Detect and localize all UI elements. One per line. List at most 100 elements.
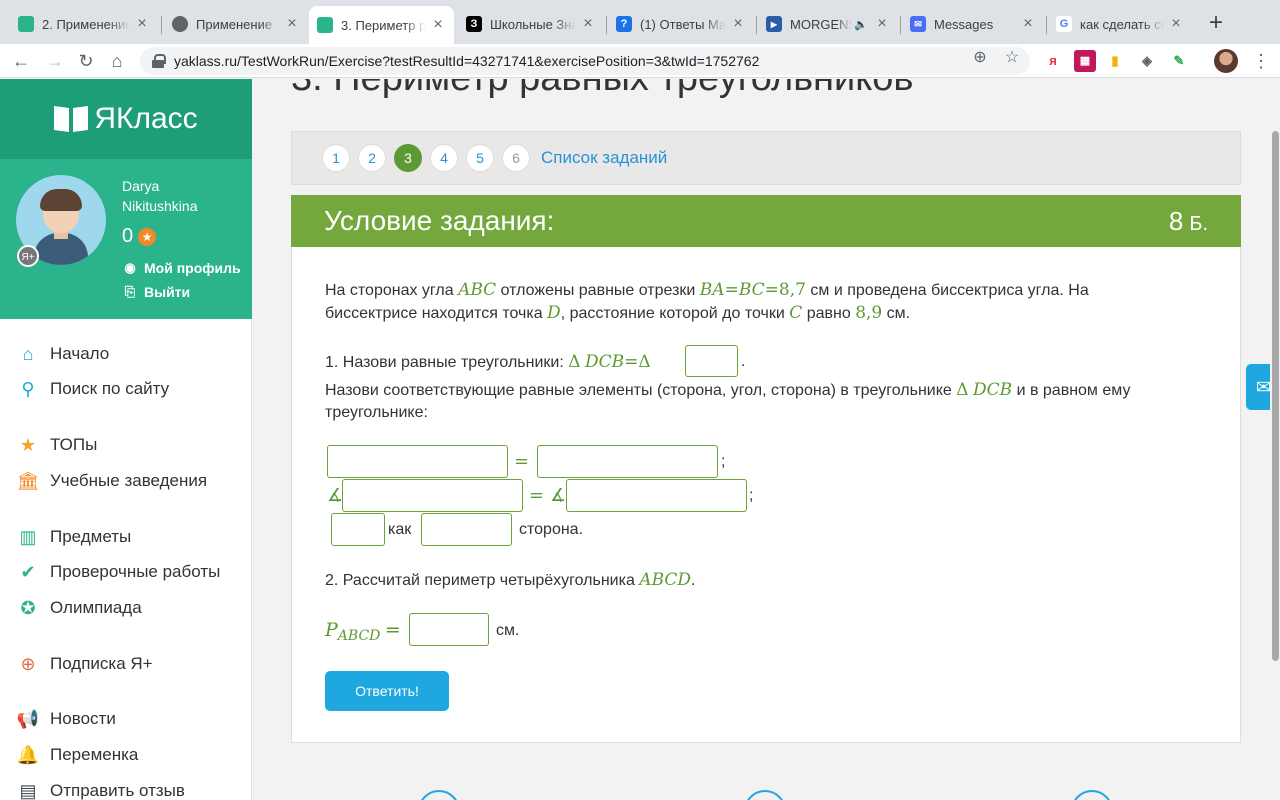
pager-item-1[interactable]: 1 xyxy=(322,144,350,172)
video-icon: ▶ xyxy=(766,16,782,32)
url-text: yaklass.ru/TestWorkRun/Exercise?testResu… xyxy=(174,53,760,69)
nav-circle-icon[interactable] xyxy=(418,790,460,800)
side-1-input[interactable] xyxy=(327,445,508,478)
sidebar-item-tops[interactable]: ★ ТОПы xyxy=(16,433,97,457)
globe-icon xyxy=(172,16,188,32)
perimeter-formula: PABCD = xyxy=(325,619,401,645)
sidebar-item-subscription[interactable]: ⊕ Подписка Я+ xyxy=(16,652,152,676)
home-icon[interactable]: ⌂ xyxy=(104,48,130,74)
address-bar[interactable]: yaklass.ru/TestWorkRun/Exercise?testResu… xyxy=(140,47,1030,75)
sidebar-item-feedback[interactable]: ▤ Отправить отзыв xyxy=(16,779,184,800)
sidebar-item-break[interactable]: 🔔 Переменка xyxy=(16,743,139,767)
sidebar-item-search[interactable]: ⚲ Поиск по сайту xyxy=(16,377,169,401)
browser-tab-strip: 2. Применение × Применение × 3. Периметр… xyxy=(0,0,1280,44)
yaklass-icon xyxy=(18,16,34,32)
question-2: 2. Рассчитай периметр четырёхугольника A… xyxy=(325,570,696,590)
task-statement: На сторонах угла ABC отложены равные отр… xyxy=(325,280,1089,323)
question-1: 1. Назови равные треугольники: Δ DCB=Δ xyxy=(325,352,651,372)
check-circle-icon: ✔ xyxy=(20,561,36,582)
bookmark-star-icon[interactable]: ☆ xyxy=(1000,46,1024,70)
school-icon: 🏛 xyxy=(16,470,40,491)
logout-icon: ⎘ xyxy=(124,284,136,299)
angle-sign-icon: ∡ xyxy=(327,485,344,506)
nav-circle-icon[interactable] xyxy=(744,790,786,800)
browser-tab[interactable]: З Школьные Зна × xyxy=(458,8,604,40)
box-extension-icon[interactable]: ◈ xyxy=(1136,50,1158,72)
pen-extension-icon[interactable]: ✎ xyxy=(1168,50,1190,72)
znanija-icon: З xyxy=(466,16,482,32)
close-icon[interactable]: × xyxy=(430,16,446,34)
browser-tab[interactable]: ▶ MORGENS 🔈 × xyxy=(758,8,898,40)
sidebar-item-home[interactable]: ⌂ Начало xyxy=(16,342,110,366)
nav-circle-icon[interactable] xyxy=(1071,790,1113,800)
side-3-input[interactable] xyxy=(331,513,385,546)
close-icon[interactable]: × xyxy=(1168,15,1184,33)
close-icon[interactable]: × xyxy=(874,15,890,33)
pager-item-6[interactable]: 6 xyxy=(502,144,530,172)
megaphone-icon: 📢 xyxy=(16,708,40,729)
close-icon[interactable]: × xyxy=(580,15,596,33)
task-header-title: Условие задания: xyxy=(324,205,555,236)
add-icon[interactable]: ⊕ xyxy=(968,46,992,70)
angle-1-input[interactable] xyxy=(342,479,523,512)
sidebar-item-schools[interactable]: 🏛 Учебные заведения xyxy=(16,469,208,493)
reload-icon[interactable]: ↻ xyxy=(73,48,99,74)
sidebar-item-tests[interactable]: ✔ Проверочные работы xyxy=(16,560,220,584)
profile-avatar-icon[interactable] xyxy=(1214,49,1238,73)
browser-tab[interactable]: ✉ Messages × xyxy=(902,8,1044,40)
home-icon: ⌂ xyxy=(22,343,34,364)
close-icon[interactable]: × xyxy=(730,15,746,33)
pager-item-5[interactable]: 5 xyxy=(466,144,494,172)
google-icon: G xyxy=(1056,16,1072,32)
new-tab-button[interactable]: + xyxy=(1204,11,1228,36)
forward-icon[interactable]: → xyxy=(42,48,68,74)
logo[interactable]: ЯКласс xyxy=(0,79,252,159)
close-icon[interactable]: × xyxy=(1020,15,1036,33)
submit-answer-button[interactable]: Ответить! xyxy=(325,671,449,711)
angle-2-input[interactable] xyxy=(566,479,747,512)
menu-dots-icon[interactable]: ⋮ xyxy=(1252,48,1270,74)
browser-tab[interactable]: Применение × xyxy=(164,8,308,40)
pager-item-3[interactable]: 3 xyxy=(394,144,422,172)
sidebar-item-olympiad[interactable]: ✪ Олимпиада xyxy=(16,596,141,620)
user-name[interactable]: Darya Nikitushkina xyxy=(122,176,197,216)
browser-tab[interactable]: ? (1) Ответы Ма × xyxy=(608,8,754,40)
close-icon[interactable]: × xyxy=(284,15,300,33)
browser-tab[interactable]: G как сделать ск × xyxy=(1048,8,1192,40)
pager-item-2[interactable]: 2 xyxy=(358,144,386,172)
sidebar-item-subjects[interactable]: ▥ Предметы xyxy=(16,525,131,549)
browser-tab[interactable]: 2. Применение × xyxy=(10,8,158,40)
back-icon[interactable]: ← xyxy=(8,48,34,74)
bookmark-extension-icon[interactable]: ▮ xyxy=(1104,50,1126,72)
yaplus-icon: ⊕ xyxy=(20,653,36,674)
lock-icon xyxy=(152,54,166,68)
browser-toolbar: ← → ↻ ⌂ yaklass.ru/TestWorkRun/Exercise?… xyxy=(0,44,1280,78)
side-2-input[interactable] xyxy=(537,445,718,478)
browser-tab-active[interactable]: 3. Периметр р × xyxy=(309,6,454,44)
user-icon: ◉ xyxy=(124,260,136,275)
page-scrollbar[interactable] xyxy=(1270,79,1280,800)
exercise-pager: 1 2 3 4 5 6 Список заданий xyxy=(291,131,1241,185)
messages-icon: ✉ xyxy=(910,16,926,32)
perimeter-input[interactable] xyxy=(409,613,489,646)
sidebar: ЯКласс Я+ Darya Nikitushkina 0 ★ ◉ Мой п… xyxy=(0,79,252,800)
grid-extension-icon[interactable]: ▦ xyxy=(1074,50,1096,72)
page-title: 3. Периметр равных треугольников xyxy=(291,79,914,100)
task-points: 8 Б. xyxy=(1168,205,1208,236)
main-content: 3. Периметр равных треугольников 1 2 3 4… xyxy=(252,79,1270,800)
yandex-extension-icon[interactable]: я xyxy=(1042,50,1064,72)
sidebar-item-news[interactable]: 📢 Новости xyxy=(16,707,116,731)
yaplus-badge-icon: Я+ xyxy=(17,245,39,267)
side-4-input[interactable] xyxy=(421,513,512,546)
yaklass-icon xyxy=(317,17,333,33)
logout-link[interactable]: ⎘ Выйти xyxy=(122,284,190,300)
pager-item-4[interactable]: 4 xyxy=(430,144,458,172)
audio-icon[interactable]: 🔈 xyxy=(854,18,868,31)
books-icon: ▥ xyxy=(19,526,37,547)
task-list-link[interactable]: Список заданий xyxy=(541,148,667,168)
my-profile-link[interactable]: ◉ Мой профиль xyxy=(122,260,240,276)
close-icon[interactable]: × xyxy=(134,15,150,33)
angle-sign-icon: ∡ xyxy=(550,485,567,506)
triangle-answer-input[interactable] xyxy=(685,345,738,377)
star-icon: ★ xyxy=(19,434,37,455)
